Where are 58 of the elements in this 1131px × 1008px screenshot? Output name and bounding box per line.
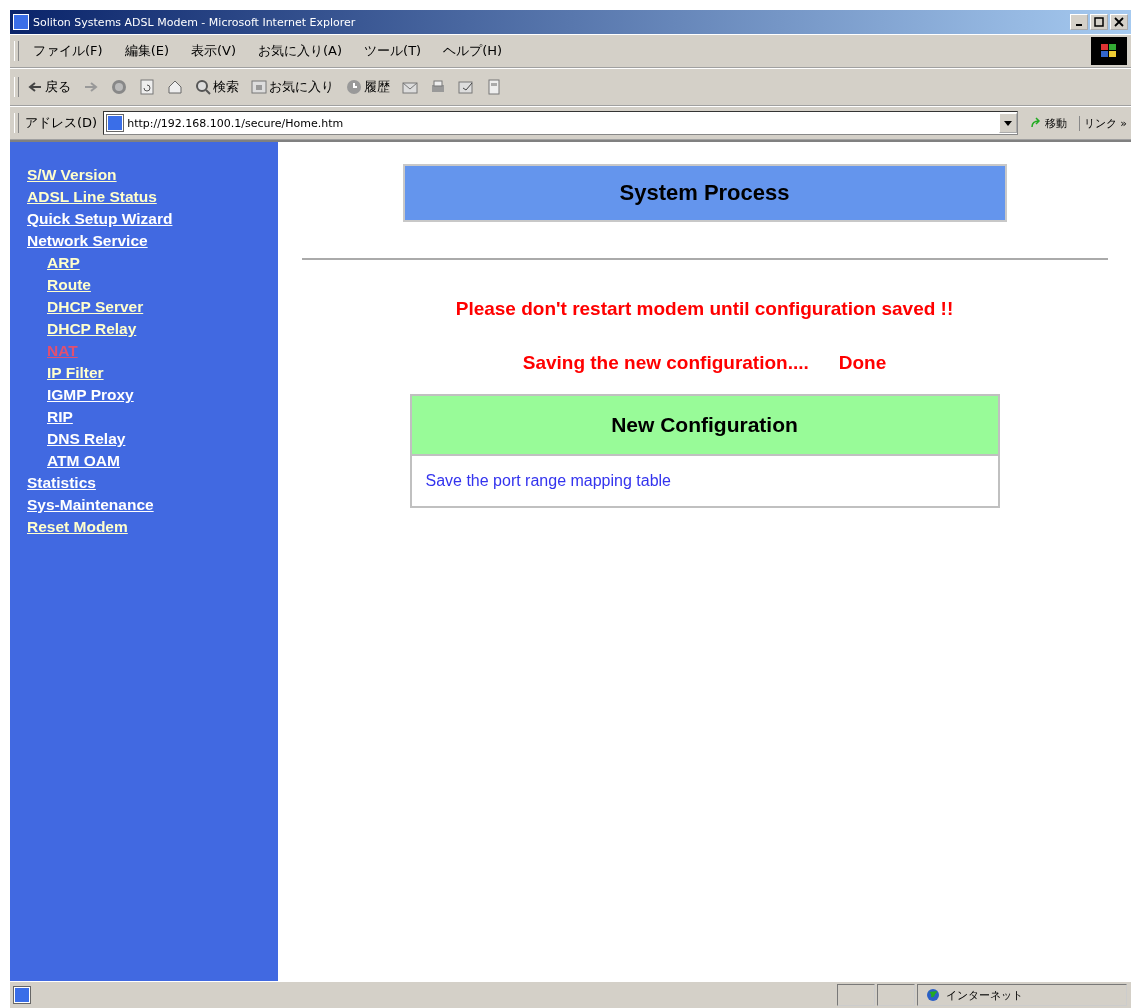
menu-item[interactable]: ツール(T) [356,42,430,60]
close-button[interactable] [1110,14,1128,30]
nav-link[interactable]: Statistics [27,472,96,494]
search-button[interactable]: 検索 [191,76,243,98]
nav-link[interactable]: S/W Version [27,164,117,186]
menu-item[interactable]: ファイル(F) [25,42,111,60]
checkbox-icon [458,79,474,95]
back-button[interactable]: 戻る [23,76,75,98]
search-icon [195,79,211,95]
menu-item[interactable]: ヘルプ(H) [435,42,511,60]
house-icon [167,79,183,95]
nav-link[interactable]: ARP [47,252,80,274]
left-arrow-icon [27,79,43,95]
clock-icon [346,79,362,95]
links-button[interactable]: リンク » [1078,115,1127,131]
dropdown-icon [998,113,1017,133]
globe-icon [926,988,940,1002]
warning-text: Please don't restart modem until configuration saved !! [455,298,954,320]
page-heading: System Process [619,180,790,206]
envelope-icon [402,79,418,95]
menu-item[interactable]: 表示(V) [183,42,245,60]
nav-link[interactable]: Network Service [27,230,148,252]
circle-icon [111,79,127,95]
minimize-icon [1076,24,1082,26]
maximize-icon [1094,17,1104,27]
nav-link[interactable]: Quick Setup Wizard [27,208,173,230]
printer-icon [430,79,446,95]
nav-link[interactable]: DHCP Server [47,296,144,318]
window-title: Soliton Systems ADSL Modem - Microsoft Internet Explorer [33,15,357,29]
nav-link[interactable]: Route [47,274,91,296]
nav-link[interactable]: Sys-Maintenance [27,494,154,516]
minimize-button[interactable] [1070,14,1088,30]
nav-link[interactable]: ATM OAM [47,450,120,472]
address-field[interactable]: http://192.168.100.1/secure/Home.htm [103,111,1018,135]
nav-link[interactable]: DHCP Relay [47,318,137,340]
nav-link[interactable]: ADSL Line Status [27,186,157,208]
nav-link[interactable]: Reset Modem [27,516,128,538]
right-arrow-icon [83,79,99,95]
maximize-button[interactable] [1090,14,1108,30]
document-icon [486,79,502,95]
favorites-button[interactable]: お気に入り [247,76,338,98]
progress-text: Saving the new configuration.... [522,352,809,374]
arrow-icon [1029,117,1042,129]
zone-label: インターネット [946,987,1023,1003]
nav-link[interactable]: DNS Relay [47,428,126,450]
address-label: アドレス(D) [25,114,98,132]
menu-item[interactable]: お気に入り(A) [250,42,351,60]
go-button[interactable]: 移動 [1023,114,1073,132]
nav-link[interactable]: RIP [47,406,73,428]
windows-logo [1091,37,1127,65]
close-icon [1114,17,1124,27]
config-message: Save the port range mapping table [425,472,671,490]
panel-title: New Configuration [611,413,798,437]
nav-link[interactable]: IGMP Proxy [47,384,134,406]
history-button[interactable]: 履歴 [342,76,394,98]
menu-item[interactable]: 編集(E) [116,42,177,60]
nav-link[interactable]: IP Filter [47,362,104,384]
status-text: Done [838,352,887,374]
